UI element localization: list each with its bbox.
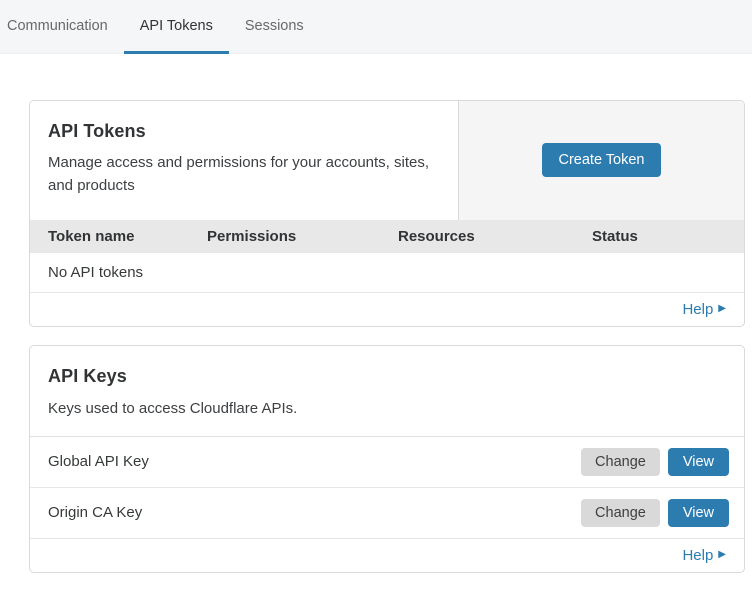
api-tokens-card: API Tokens Manage access and permissions… (29, 100, 745, 327)
api-keys-help-link[interactable]: Help ▶ (682, 547, 726, 564)
page-content: API Tokens Manage access and permissions… (0, 54, 752, 583)
api-tokens-help-link[interactable]: Help ▶ (682, 301, 726, 318)
column-status: Status (592, 228, 744, 245)
api-keys-card-header: API Keys Keys used to access Cloudflare … (30, 346, 744, 437)
key-name-global-api-key: Global API Key (48, 453, 149, 470)
tab-api-tokens[interactable]: API Tokens (124, 0, 229, 54)
api-tokens-help-label: Help (682, 301, 713, 318)
tokens-empty-row: No API tokens (30, 253, 744, 293)
tokens-empty-message: No API tokens (48, 264, 143, 281)
tab-bar: Communication API Tokens Sessions (0, 0, 752, 54)
api-tokens-description: Manage access and permissions for your a… (48, 151, 440, 198)
api-keys-title: API Keys (48, 366, 726, 387)
key-row-global-api-key: Global API Key Change View (30, 437, 744, 488)
key-name-origin-ca-key: Origin CA Key (48, 504, 142, 521)
key-actions-origin-ca-key: Change View (581, 499, 729, 527)
change-origin-ca-key-button[interactable]: Change (581, 499, 660, 527)
api-tokens-card-footer: Help ▶ (30, 293, 744, 326)
change-global-api-key-button[interactable]: Change (581, 448, 660, 476)
tab-communication[interactable]: Communication (0, 0, 124, 54)
column-resources: Resources (398, 228, 592, 245)
api-keys-help-label: Help (682, 547, 713, 564)
api-tokens-card-header: API Tokens Manage access and permissions… (30, 101, 744, 220)
api-tokens-title: API Tokens (48, 121, 440, 142)
key-actions-global-api-key: Change View (581, 448, 729, 476)
api-keys-card-footer: Help ▶ (30, 539, 744, 572)
api-keys-description: Keys used to access Cloudflare APIs. (48, 397, 448, 420)
column-permissions: Permissions (207, 228, 398, 245)
tokens-table-header: Token name Permissions Resources Status (30, 220, 744, 253)
api-keys-card: API Keys Keys used to access Cloudflare … (29, 345, 745, 573)
create-token-button[interactable]: Create Token (542, 143, 662, 177)
api-tokens-card-header-action: Create Token (458, 101, 744, 220)
view-global-api-key-button[interactable]: View (668, 448, 729, 476)
help-arrow-icon: ▶ (718, 304, 726, 314)
api-tokens-card-header-text: API Tokens Manage access and permissions… (30, 101, 458, 220)
key-row-origin-ca-key: Origin CA Key Change View (30, 488, 744, 539)
column-token-name: Token name (48, 228, 207, 245)
help-arrow-icon: ▶ (718, 550, 726, 560)
tab-sessions[interactable]: Sessions (229, 0, 320, 54)
view-origin-ca-key-button[interactable]: View (668, 499, 729, 527)
